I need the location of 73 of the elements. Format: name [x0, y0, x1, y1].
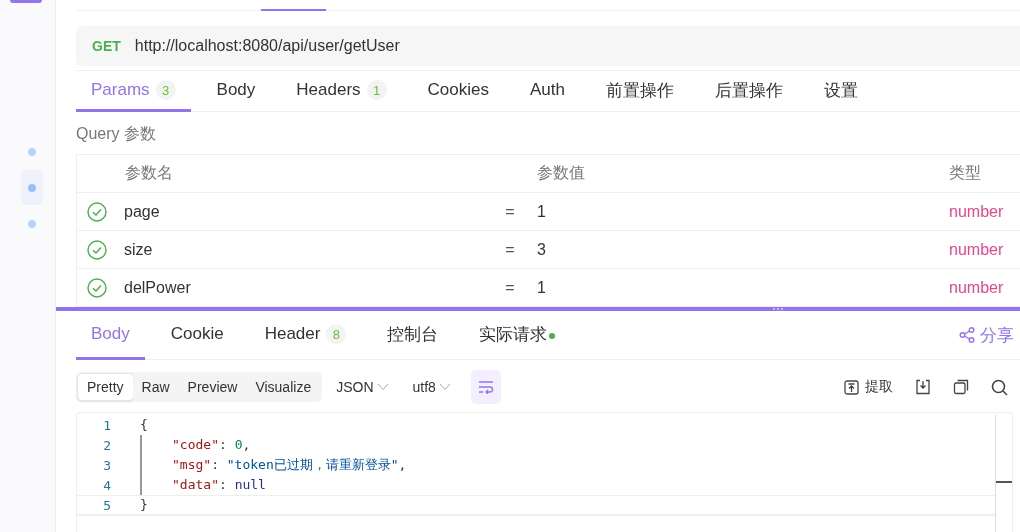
check-circle-icon[interactable]: [87, 239, 107, 260]
line-number: 3: [102, 457, 111, 473]
line-number: 5: [102, 497, 111, 513]
dot-icon: [27, 219, 36, 228]
count-badge: 8: [326, 324, 347, 344]
url-text: http://localhost:8080/api/user/getUser: [134, 37, 400, 55]
request-tab[interactable]: 设置: [809, 71, 873, 112]
request-tab[interactable]: Headers 1: [281, 71, 402, 112]
request-tab[interactable]: Cookies: [412, 71, 504, 112]
code-line: "code": 0,: [140, 435, 251, 455]
response-tab[interactable]: Body: [76, 311, 145, 360]
response-tab[interactable]: Header 8: [249, 311, 362, 360]
operator: =: [504, 202, 516, 221]
http-method: GET: [92, 38, 121, 54]
response-tab[interactable]: 实际请求: [464, 311, 571, 360]
copy-icon: [953, 379, 969, 395]
param-value: 1: [536, 202, 547, 221]
param-value: 1: [536, 278, 547, 297]
scrollbar[interactable]: [995, 415, 1012, 532]
request-tab[interactable]: Auth: [515, 71, 580, 112]
sidebar-item[interactable]: [20, 170, 43, 205]
upload-box-icon: [844, 379, 859, 395]
dot-icon: [27, 147, 36, 156]
param-name: size: [123, 240, 154, 259]
code-line: {: [140, 416, 148, 434]
search-icon: [991, 378, 1008, 396]
wrap-icon: [477, 380, 494, 394]
param-type: number: [948, 278, 1005, 297]
search-button[interactable]: [991, 378, 1008, 396]
check-circle-icon[interactable]: [87, 201, 107, 222]
response-tab[interactable]: Cookie: [155, 311, 239, 360]
line-number: 1: [102, 417, 111, 433]
param-value: 3: [536, 240, 547, 259]
section-title: Query 参数: [76, 124, 157, 144]
line-number: 4: [102, 477, 111, 493]
code-line: "msg": "token已过期，请重新登录",: [140, 455, 407, 475]
download-button[interactable]: [915, 379, 931, 395]
dot-icon: [27, 183, 36, 192]
param-type: number: [948, 202, 1005, 221]
download-icon: [915, 379, 931, 395]
chevron-down-icon: [376, 383, 389, 391]
column-header: 参数名: [124, 163, 174, 183]
request-tab[interactable]: 前置操作: [591, 71, 689, 112]
code-line: "data": null: [140, 475, 266, 495]
tab-indicator: [261, 9, 326, 11]
share-button[interactable]: 分享: [959, 323, 1014, 347]
operator: =: [504, 278, 516, 297]
chevron-down-icon: [438, 383, 451, 391]
param-name: delPower: [123, 278, 192, 297]
code-line: }: [140, 496, 148, 514]
copy-button[interactable]: [953, 379, 969, 395]
response-tab[interactable]: 控制台: [372, 311, 454, 360]
format-select[interactable]: JSON: [336, 379, 389, 395]
count-badge: 3: [155, 80, 176, 100]
check-circle-icon[interactable]: [87, 277, 107, 298]
param-name: page: [123, 202, 161, 221]
param-type: number: [948, 240, 1005, 259]
line-number: 2: [102, 437, 111, 453]
url-bar[interactable]: GET http://localhost:8080/api/user/getUser: [76, 26, 1020, 66]
request-tab[interactable]: Body: [201, 71, 271, 112]
count-badge: 1: [366, 80, 387, 100]
column-header: 参数值: [536, 163, 586, 183]
code-editor[interactable]: 1 { 2 "code": 0, 3 "msg": "token已过期，请重新登录", 4 "data": null 5 }: [76, 412, 1013, 532]
extract-button[interactable]: 提取: [844, 378, 893, 396]
column-header: 类型: [948, 163, 982, 183]
operator: =: [504, 240, 516, 259]
request-tab[interactable]: 后置操作: [700, 71, 798, 112]
wrap-button[interactable]: [470, 370, 501, 404]
active-indicator: [10, 0, 42, 3]
share-icon: [959, 327, 975, 343]
view-mode-button[interactable]: Pretty: [78, 374, 133, 400]
encoding-select[interactable]: utf8: [412, 379, 451, 395]
request-tab[interactable]: Params 3: [76, 71, 191, 112]
